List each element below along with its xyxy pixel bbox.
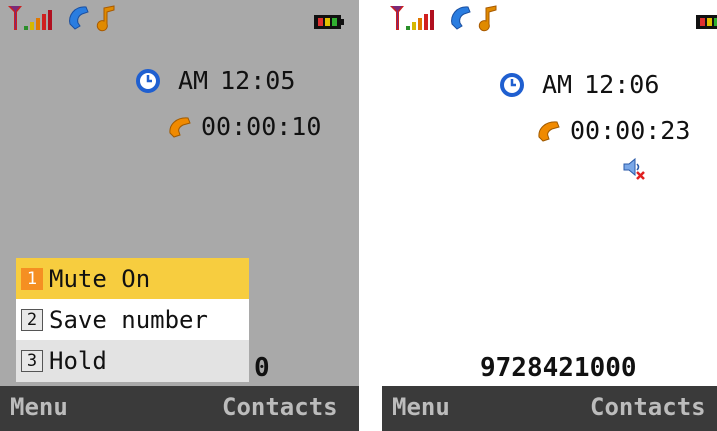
clock-period: AM [542,70,573,99]
menu-item-mute-on[interactable]: 1 Mute On [16,258,249,299]
clock-time: 12:06 [584,70,660,99]
dialed-number: 9728421000 [480,353,637,383]
contacts-softkey[interactable]: Contacts [222,393,338,421]
call-icon [169,116,191,138]
clock-row: AM 12:06 [500,70,659,99]
music-icon [478,5,497,32]
call-timer: 00:00:10 [201,112,322,141]
call-timer: 00:00:23 [570,116,691,145]
menu-item-label: Mute On [49,264,151,293]
signal-icon [390,6,434,30]
call-timer-row: 00:00:10 [167,112,321,141]
softkey-bar: Menu Contacts [0,386,359,431]
dialed-number: 0 [254,353,270,383]
softkey-bar: Menu Contacts [382,386,717,431]
menu-item-number: 1 [21,267,43,290]
menu-item-label: Save number [49,305,208,334]
clock-icon [136,68,160,93]
menu-softkey[interactable]: Menu [10,393,68,421]
menu-item-hold[interactable]: 3 Hold [16,340,249,382]
call-icon [538,120,560,142]
speaker-muted-icon [623,157,645,180]
clock-period: AM [178,66,209,95]
clock-time: 12:05 [220,66,296,95]
popup-menu: 1 Mute On 2 Save number 3 Hold [16,258,249,382]
phone-screen-left: AM 12:05 00:00:10 0 1 Mute On 2 Save num… [0,0,359,431]
menu-item-number: 3 [21,350,43,372]
music-icon [96,5,115,32]
signal-icon [8,6,52,30]
battery-icon [314,15,344,29]
call-timer-row: 00:00:23 [536,116,690,145]
menu-item-number: 2 [21,308,43,331]
clock-row: AM 12:05 [136,66,295,95]
contacts-softkey[interactable]: Contacts [590,393,706,421]
menu-softkey[interactable]: Menu [392,393,450,421]
battery-icon [696,15,717,29]
menu-item-label: Hold [49,347,107,375]
call-icon [69,6,89,30]
call-icon [451,6,471,30]
clock-icon [500,72,524,97]
menu-item-save-number[interactable]: 2 Save number [16,299,249,340]
phone-screen-right: AM 12:06 00:00:23 9728421000 Menu Contac… [382,0,717,431]
